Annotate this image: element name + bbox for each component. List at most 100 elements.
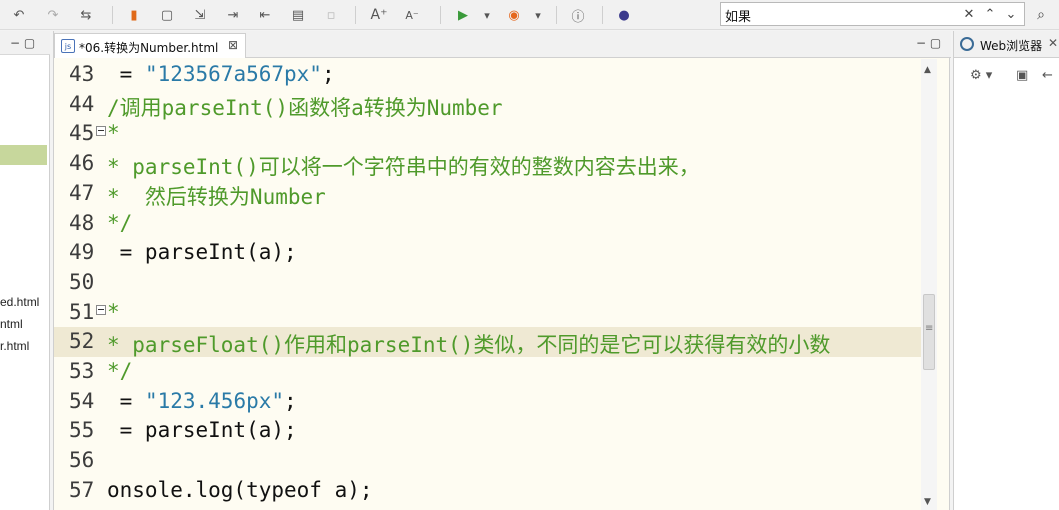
line-number: 47 bbox=[69, 180, 95, 205]
code-text: */ bbox=[107, 359, 133, 383]
toolbar-separator bbox=[556, 6, 557, 24]
code-line[interactable]: 44/调用parseInt()函数将a转换为Number bbox=[54, 90, 921, 120]
code-line[interactable]: 56 bbox=[54, 446, 921, 476]
line-number: 48 bbox=[69, 210, 95, 235]
find-input-value[interactable]: 如果 bbox=[725, 6, 751, 25]
code-text: * parseInt()可以将一个字符串中的有效的整数内容去出来， bbox=[107, 155, 700, 180]
find-input[interactable]: 如果 ✕ ⌃ ⌄ bbox=[720, 2, 1025, 26]
firefox-icon[interactable]: ◉ bbox=[505, 6, 523, 24]
grip-icon: ≡ bbox=[925, 323, 934, 334]
find-previous-icon[interactable]: ⌃ bbox=[982, 6, 998, 22]
code-text: = parseInt(a); bbox=[107, 418, 297, 443]
line-number: 55 bbox=[69, 418, 95, 443]
scroll-up-icon[interactable]: ▲ bbox=[924, 65, 931, 75]
decrease-font-icon[interactable]: A⁻ bbox=[403, 6, 421, 24]
code-token: "123567a567px" bbox=[144, 62, 322, 86]
main-toolbar: ↶ ↷ ⇆ ▮ ▢ ⇲ ⇥ ⇤ ▤ ▫ A⁺ A⁻ ▶ ▾ ◉ ▾ ⓘ ● 如果… bbox=[0, 0, 1059, 30]
last-edit-icon[interactable]: ⇆ bbox=[77, 6, 95, 24]
tab-label: *06.转换为Number.html bbox=[79, 41, 219, 55]
clear-icon[interactable]: ✕ bbox=[961, 6, 977, 22]
line-number: 43 bbox=[69, 62, 95, 86]
code-area[interactable]: 43 = "123567a567px"; 44/调用parseInt()函数将a转… bbox=[54, 59, 921, 510]
code-line[interactable]: 43 = "123567a567px"; bbox=[54, 60, 921, 90]
project-explorer-panel: − ▢ ed.html ntml r.html bbox=[0, 31, 50, 510]
fold-toggle-icon[interactable] bbox=[96, 126, 106, 137]
panel-window-controls[interactable]: − ▢ bbox=[10, 36, 35, 50]
scroll-down-icon[interactable]: ▼ bbox=[924, 497, 931, 507]
settings-icon[interactable]: ⚙ ▾ bbox=[970, 68, 992, 83]
code-line[interactable]: 49 = parseInt(a); bbox=[54, 238, 921, 268]
code-line[interactable]: 57 onsole.log(typeof a); bbox=[54, 476, 921, 506]
code-text: * 然后转换为Number bbox=[107, 184, 326, 209]
scrollbar-thumb[interactable]: ≡ bbox=[923, 294, 935, 370]
export-icon[interactable]: ⇲ bbox=[191, 6, 209, 24]
new-file-icon[interactable]: ▢ bbox=[158, 6, 176, 24]
back-icon[interactable]: ← bbox=[1042, 68, 1053, 83]
line-number: 49 bbox=[69, 240, 95, 265]
code-token: "123.456px" bbox=[144, 388, 285, 413]
line-number: 53 bbox=[69, 359, 95, 383]
browser-dropdown-icon[interactable]: ▾ bbox=[529, 6, 547, 24]
code-line[interactable]: 55 = parseInt(a); bbox=[54, 416, 921, 446]
toolbar-separator bbox=[602, 6, 603, 24]
find-next-icon[interactable]: ⌄ bbox=[1003, 6, 1019, 22]
toolbar-separator bbox=[355, 6, 356, 24]
eclipse-icon[interactable]: ● bbox=[615, 6, 633, 24]
info-icon[interactable]: ⓘ bbox=[569, 6, 587, 25]
disabled-icon: ▫ bbox=[326, 7, 336, 23]
code-line[interactable]: 47 * 然后转换为Number bbox=[54, 179, 921, 209]
js-file-icon: js bbox=[61, 39, 75, 53]
back-icon[interactable]: ↶ bbox=[10, 6, 28, 24]
web-browser-panel: Web浏览器 ✕ ⚙ ▾ ▣ ← bbox=[953, 31, 1059, 510]
line-number: 56 bbox=[69, 448, 95, 473]
editor-window-controls[interactable]: − ▢ bbox=[916, 36, 941, 50]
increase-font-icon[interactable]: A⁺ bbox=[370, 6, 388, 24]
code-text: * parseFloat()作用和parseInt()类似，不同的是它可以获得有… bbox=[107, 333, 831, 358]
code-text: onsole.log(typeof a); bbox=[107, 477, 373, 502]
fold-toggle-icon[interactable] bbox=[96, 304, 106, 315]
close-icon[interactable]: ✕ bbox=[1048, 36, 1058, 50]
code-text: = "123567a567px"; bbox=[107, 62, 335, 86]
console-icon[interactable]: ▤ bbox=[289, 6, 307, 24]
selected-tree-item[interactable] bbox=[0, 145, 47, 165]
toolbar-separator bbox=[112, 6, 113, 24]
code-text: = parseInt(a); bbox=[107, 240, 297, 265]
line-number: 52 bbox=[69, 329, 95, 354]
tree-file-item[interactable]: r.html bbox=[0, 339, 29, 353]
search-icon[interactable]: ⌕ bbox=[1031, 5, 1051, 25]
forward-icon[interactable]: ↷ bbox=[44, 6, 62, 24]
code-token: ; bbox=[321, 62, 335, 86]
code-line[interactable]: 45 * bbox=[54, 119, 921, 149]
line-number: 57 bbox=[69, 477, 95, 502]
code-line[interactable]: 46 * parseInt()可以将一个字符串中的有效的整数内容去出来， bbox=[54, 149, 921, 179]
close-icon[interactable]: ⊠ bbox=[228, 38, 238, 52]
run-dropdown-icon[interactable]: ▾ bbox=[478, 6, 496, 24]
code-text: * bbox=[107, 121, 120, 146]
code-line[interactable]: 53 */ bbox=[54, 357, 921, 387]
code-token: = bbox=[107, 62, 145, 86]
code-text: */ bbox=[107, 210, 133, 235]
editor-tab-bar: js *06.转换为Number.html ⊠ − ▢ bbox=[54, 31, 951, 58]
run-icon[interactable]: ▶ bbox=[454, 6, 472, 24]
bookmark-icon[interactable]: ▮ bbox=[125, 6, 143, 24]
console-icon[interactable]: ▣ bbox=[1016, 68, 1028, 83]
tree-file-item[interactable]: ntml bbox=[0, 317, 23, 331]
code-line[interactable]: 48 */ bbox=[54, 209, 921, 239]
code-editor: js *06.转换为Number.html ⊠ − ▢ 43 = "123567… bbox=[53, 31, 951, 510]
line-number: 50 bbox=[69, 269, 95, 294]
vertical-scrollbar[interactable]: ▲ ≡ ▼ bbox=[921, 59, 937, 510]
line-number: 44 bbox=[69, 91, 95, 116]
panel-header: Web浏览器 ✕ bbox=[954, 31, 1059, 58]
code-line[interactable]: 51 * bbox=[54, 298, 921, 328]
code-line[interactable]: 54 = "123.456px"; bbox=[54, 387, 921, 417]
ide-window: ↶ ↷ ⇆ ▮ ▢ ⇲ ⇥ ⇤ ▤ ▫ A⁺ A⁻ ▶ ▾ ◉ ▾ ⓘ ● 如果… bbox=[0, 0, 1059, 510]
code-text: /调用parseInt()函数将a转换为Number bbox=[107, 95, 503, 120]
step-return-icon[interactable]: ⇤ bbox=[256, 6, 274, 24]
step-into-icon[interactable]: ⇥ bbox=[224, 6, 242, 24]
code-line[interactable]: 50 bbox=[54, 268, 921, 298]
panel-title[interactable]: Web浏览器 bbox=[980, 37, 1042, 54]
editor-tab[interactable]: js *06.转换为Number.html ⊠ bbox=[54, 33, 246, 58]
code-line[interactable]: 52 * parseFloat()作用和parseInt()类似，不同的是它可以获… bbox=[54, 327, 921, 358]
code-text: * bbox=[107, 299, 120, 324]
tree-file-item[interactable]: ed.html bbox=[0, 295, 39, 309]
